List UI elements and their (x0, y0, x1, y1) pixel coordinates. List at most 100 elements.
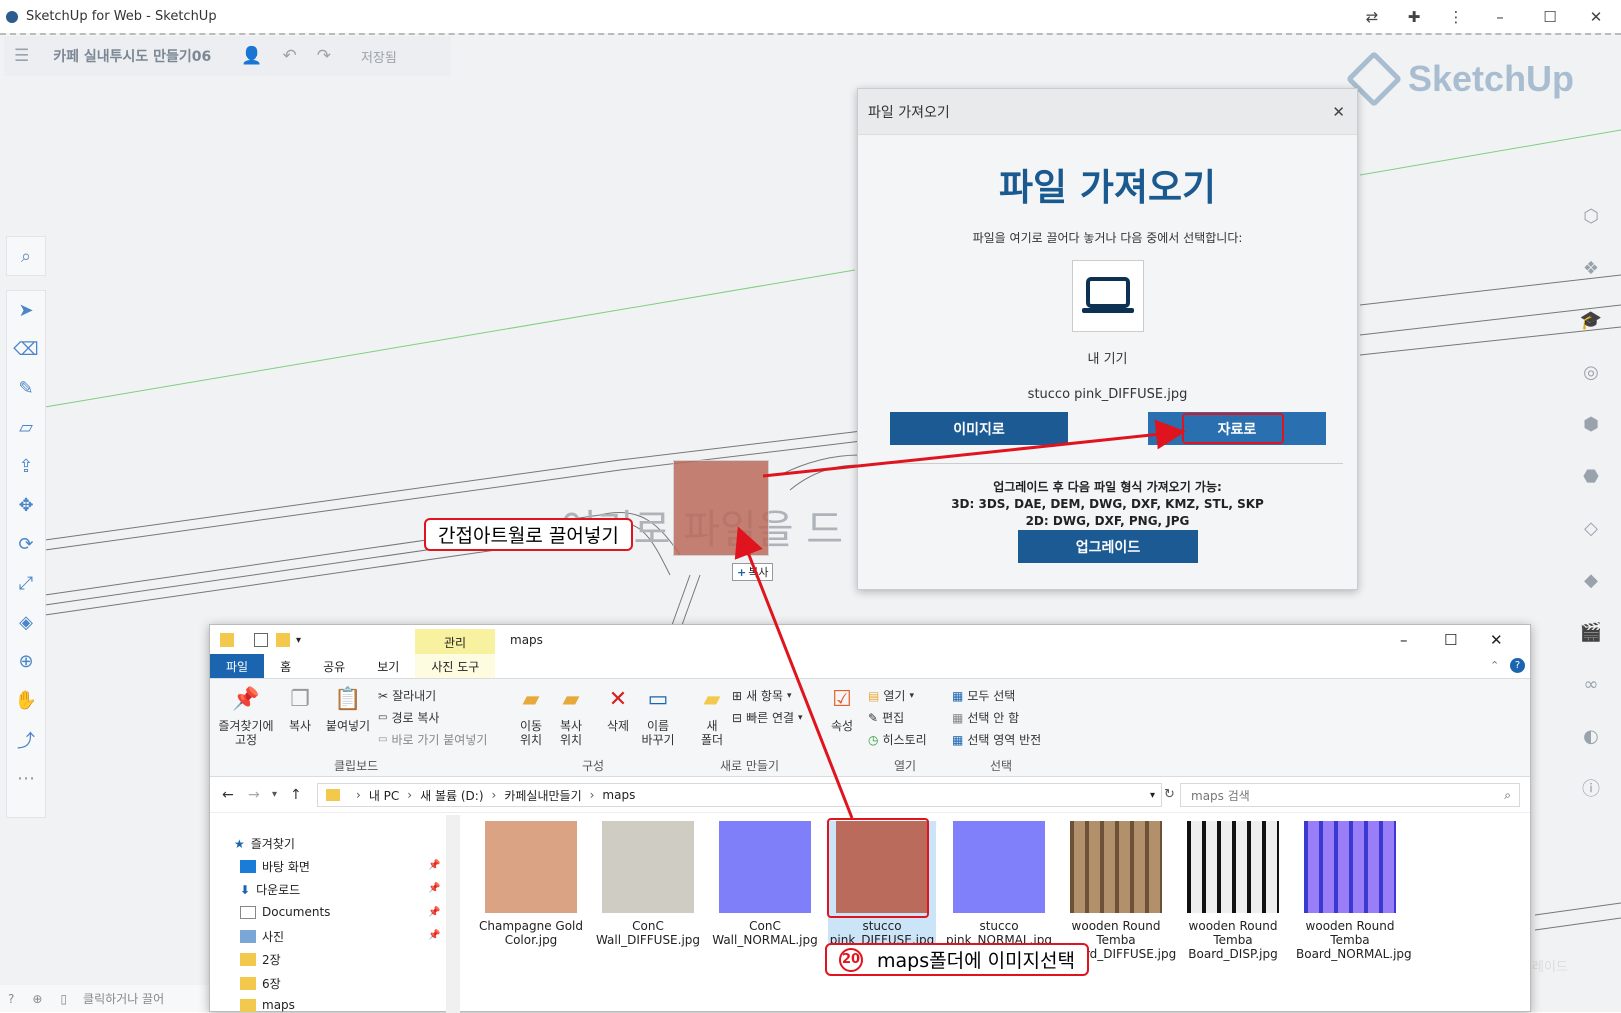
search-icon[interactable]: ⌕ (6, 237, 46, 275)
new-item-button[interactable]: ⊞ 새 항목 ▾ (732, 687, 792, 704)
easy-access-button[interactable]: ⊟ 빠른 연결 ▾ (732, 709, 803, 726)
explorer-maximize-button[interactable]: ☐ (1444, 631, 1457, 649)
recent-dropdown-icon[interactable]: ▾ (272, 789, 277, 800)
paste-shortcut-button[interactable]: ▭ 바로 가기 붙여넣기 (378, 731, 487, 748)
eraser-panel-icon[interactable]: ◇ (1570, 502, 1612, 554)
rectangle-tool-icon[interactable]: ▱ (6, 408, 46, 447)
select-none-button[interactable]: ▦ 선택 안 함 (952, 709, 1019, 726)
pan-tool-icon[interactable]: ✋ (6, 681, 46, 720)
document-title[interactable]: 카페 실내투시도 만들기06 (53, 46, 211, 66)
address-bar[interactable]: › 내 PC › 새 볼륨 (D:) › 카페실내만들기 › maps ▾ (317, 783, 1162, 807)
address-dropdown-icon[interactable]: ▾ (1150, 790, 1155, 801)
styles-icon[interactable]: ⬢ (1570, 398, 1612, 450)
select-tool-icon[interactable]: ➤ (6, 291, 46, 330)
pin-button[interactable]: 📌 즐겨찾기에 고정 (216, 685, 276, 748)
invert-selection-button[interactable]: ▦ 선택 영역 반전 (952, 731, 1041, 748)
crumb-maps[interactable]: maps (602, 788, 635, 802)
undo-icon[interactable]: ↶ (282, 46, 296, 66)
eraser-tool-icon[interactable]: ⌫ (6, 330, 46, 369)
tab-share[interactable]: 공유 (307, 654, 361, 678)
file-tile[interactable]: wooden Round Temba Board_DIFFUSE.jpg (1062, 821, 1176, 961)
file-tile[interactable]: wooden Round Temba Board_NORMAL.jpg (1296, 821, 1412, 961)
entity-info-icon[interactable]: ⬡ (1570, 190, 1612, 242)
maximize-button[interactable]: ☐ (1530, 0, 1570, 33)
crumb-pc[interactable]: 내 PC (369, 787, 399, 804)
import-as-image-button[interactable]: 이미지로 (890, 412, 1068, 445)
upgrade-corner-label[interactable]: 레이드 (1532, 952, 1602, 978)
scale-tool-icon[interactable]: ⤢ (6, 564, 46, 603)
pencil-tool-icon[interactable]: ✎ (6, 369, 46, 408)
nav-item-downloads[interactable]: ⬇ 다운로드 (240, 881, 300, 898)
minimize-button[interactable]: – (1480, 0, 1520, 33)
file-tile[interactable]: ConC Wall_DIFFUSE.jpg (594, 821, 702, 947)
search-box[interactable]: maps 검색 ⌕ (1180, 783, 1520, 807)
redo-icon[interactable]: ↷ (317, 46, 331, 66)
translate-icon[interactable]: ⇄ (1352, 0, 1392, 33)
paste-button[interactable]: 📋 붙여넣기 (322, 685, 374, 734)
info-icon[interactable]: ⓘ (1570, 762, 1612, 814)
manage-context-tab[interactable]: 관리 (415, 629, 495, 655)
properties-button[interactable]: ☑ 속성 (826, 685, 858, 734)
open-button[interactable]: ▤ 열기 ▾ (868, 687, 914, 704)
orbit-tool-icon[interactable]: ⊕ (6, 642, 46, 681)
delete-button[interactable]: ✕ 삭제 (600, 685, 636, 734)
walk-tool-icon[interactable]: ⤴ (6, 720, 46, 759)
push-pull-tool-icon[interactable]: ⇪ (6, 447, 46, 486)
tab-view[interactable]: 보기 (361, 654, 415, 678)
collapse-ribbon-icon[interactable]: ⌃ (1490, 659, 1499, 672)
nav-item-pictures[interactable]: 사진 (240, 928, 284, 945)
refresh-icon[interactable]: ↻ (1164, 787, 1175, 802)
explorer-close-button[interactable]: ✕ (1490, 631, 1503, 649)
history-button[interactable]: ◷ 히스토리 (868, 731, 927, 748)
explorer-minimize-button[interactable]: – (1400, 631, 1408, 649)
my-device-button[interactable] (1071, 260, 1144, 332)
new-folder-button[interactable]: ▰ 새 폴더 (694, 685, 730, 748)
new-folder-qa-icon[interactable] (276, 633, 290, 647)
nav-item-desktop[interactable]: 바탕 화면 (240, 858, 310, 875)
more-icon[interactable]: ⋮ (1436, 0, 1476, 33)
menu-icon[interactable]: ☰ (14, 46, 29, 66)
display-icon[interactable]: ∞ (1570, 658, 1612, 710)
shadows-icon[interactable]: ◐ (1570, 710, 1612, 762)
tab-file[interactable]: 파일 (210, 654, 265, 678)
properties-qa-icon[interactable] (254, 633, 268, 647)
nav-item-maps[interactable]: maps (240, 998, 295, 1012)
cut-button[interactable]: ✂ 잘라내기 (378, 687, 436, 704)
copy-path-button[interactable]: ▭ 경로 복사 (378, 709, 439, 726)
copy-button[interactable]: ❐ 복사 (280, 685, 320, 734)
tab-home[interactable]: 홈 (264, 654, 307, 678)
soften-icon[interactable]: ◆ (1570, 554, 1612, 606)
back-icon[interactable]: ← (222, 787, 234, 803)
nav-item-folder-6[interactable]: 6장 (240, 975, 281, 992)
tab-picture-tools[interactable]: 사진 도구 (415, 654, 496, 678)
rotate-tool-icon[interactable]: ⟳ (6, 525, 46, 564)
move-to-button[interactable]: ▰ 이동 위치 (512, 685, 550, 748)
tags-icon[interactable]: ⬣ (1570, 450, 1612, 502)
nav-item-folder-2[interactable]: 2장 (240, 951, 281, 968)
nav-item-documents[interactable]: Documents (240, 905, 330, 919)
file-tile[interactable]: wooden Round Temba Board_DISP.jpg (1179, 821, 1287, 961)
qa-dropdown-icon[interactable]: ▾ (296, 635, 301, 646)
rename-button[interactable]: ▭ 이름 바꾸기 (638, 685, 678, 748)
close-icon[interactable]: ✕ (1332, 103, 1345, 121)
instructor-icon[interactable]: 🎓 (1570, 294, 1612, 346)
up-icon[interactable]: ↑ (290, 787, 302, 803)
nav-item-favorites[interactable]: ★ 즐겨찾기 (234, 835, 295, 852)
extension-icon[interactable]: ✚ (1394, 0, 1434, 33)
help-icon[interactable]: ? (1510, 658, 1525, 673)
forward-icon[interactable]: → (248, 787, 260, 803)
file-tile[interactable]: Champagne Gold Color.jpg (477, 821, 585, 947)
crumb-drive[interactable]: 새 볼륨 (D:) (420, 787, 483, 804)
scenes-icon[interactable]: 🎬 (1570, 606, 1612, 658)
copy-to-button[interactable]: ▰ 복사 위치 (552, 685, 590, 748)
add-user-icon[interactable]: 👤 (241, 46, 262, 66)
file-tile[interactable]: stucco pink_NORMAL.jpg (945, 821, 1053, 947)
file-tile[interactable]: ConC Wall_NORMAL.jpg (711, 821, 819, 947)
components-icon[interactable]: ❖ (1570, 242, 1612, 294)
upgrade-button[interactable]: 업그레이드 (1018, 530, 1198, 563)
more-tools-icon[interactable]: ⋯ (6, 759, 46, 798)
close-button[interactable]: ✕ (1576, 0, 1616, 33)
paint-bucket-tool-icon[interactable]: ◈ (6, 603, 46, 642)
crumb-project[interactable]: 카페실내만들기 (504, 787, 581, 804)
select-all-button[interactable]: ▦ 모두 선택 (952, 687, 1015, 704)
